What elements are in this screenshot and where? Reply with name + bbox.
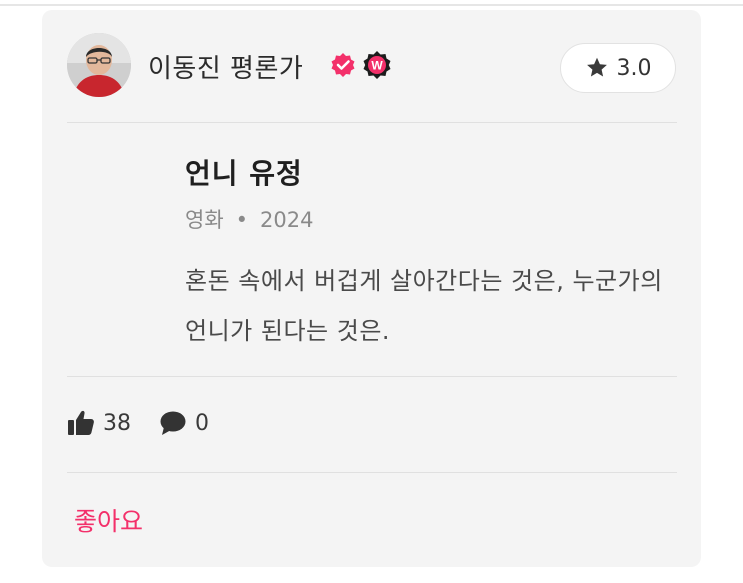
content-category: 영화: [185, 208, 224, 232]
rating-badge: 3.0: [560, 43, 676, 93]
content-year: 2024: [260, 208, 314, 232]
review-stats: 38 0: [67, 406, 237, 440]
review-text[interactable]: 혼돈 속에서 버겁게 살아간다는 것은, 누군가의 언니가 된다는 것은.: [185, 256, 675, 356]
avatar-image: [67, 33, 131, 97]
review-card: 이동진 평론가 W 3.0 언니 유정 영화 • 2024 혼돈 속에서 버겁게 살…: [42, 10, 701, 567]
like-button[interactable]: 좋아요: [74, 502, 143, 538]
author-avatar[interactable]: [67, 33, 131, 97]
review-header: 이동진 평론가 W 3.0: [42, 10, 701, 122]
w-badge-icon: W: [363, 51, 391, 79]
comment-icon: [160, 411, 186, 435]
content-title[interactable]: 언니 유정: [185, 152, 303, 192]
content-meta: 영화 • 2024: [185, 204, 313, 234]
comment-stat: 0: [159, 410, 209, 436]
meta-separator: •: [235, 208, 249, 232]
verified-badge-icon: [331, 53, 355, 77]
star-icon: [586, 57, 607, 77]
like-stat: 38: [67, 410, 131, 436]
w-badge-label: W: [371, 59, 383, 73]
comment-count: 0: [195, 410, 209, 436]
content-divider: [67, 376, 677, 377]
rating-value: 3.0: [616, 55, 652, 81]
author-name[interactable]: 이동진 평론가: [148, 48, 303, 85]
header-divider: [67, 122, 677, 123]
like-count: 38: [103, 410, 131, 436]
top-divider: [0, 4, 743, 6]
thumbs-up-icon: [68, 410, 94, 435]
stats-divider: [67, 472, 677, 473]
